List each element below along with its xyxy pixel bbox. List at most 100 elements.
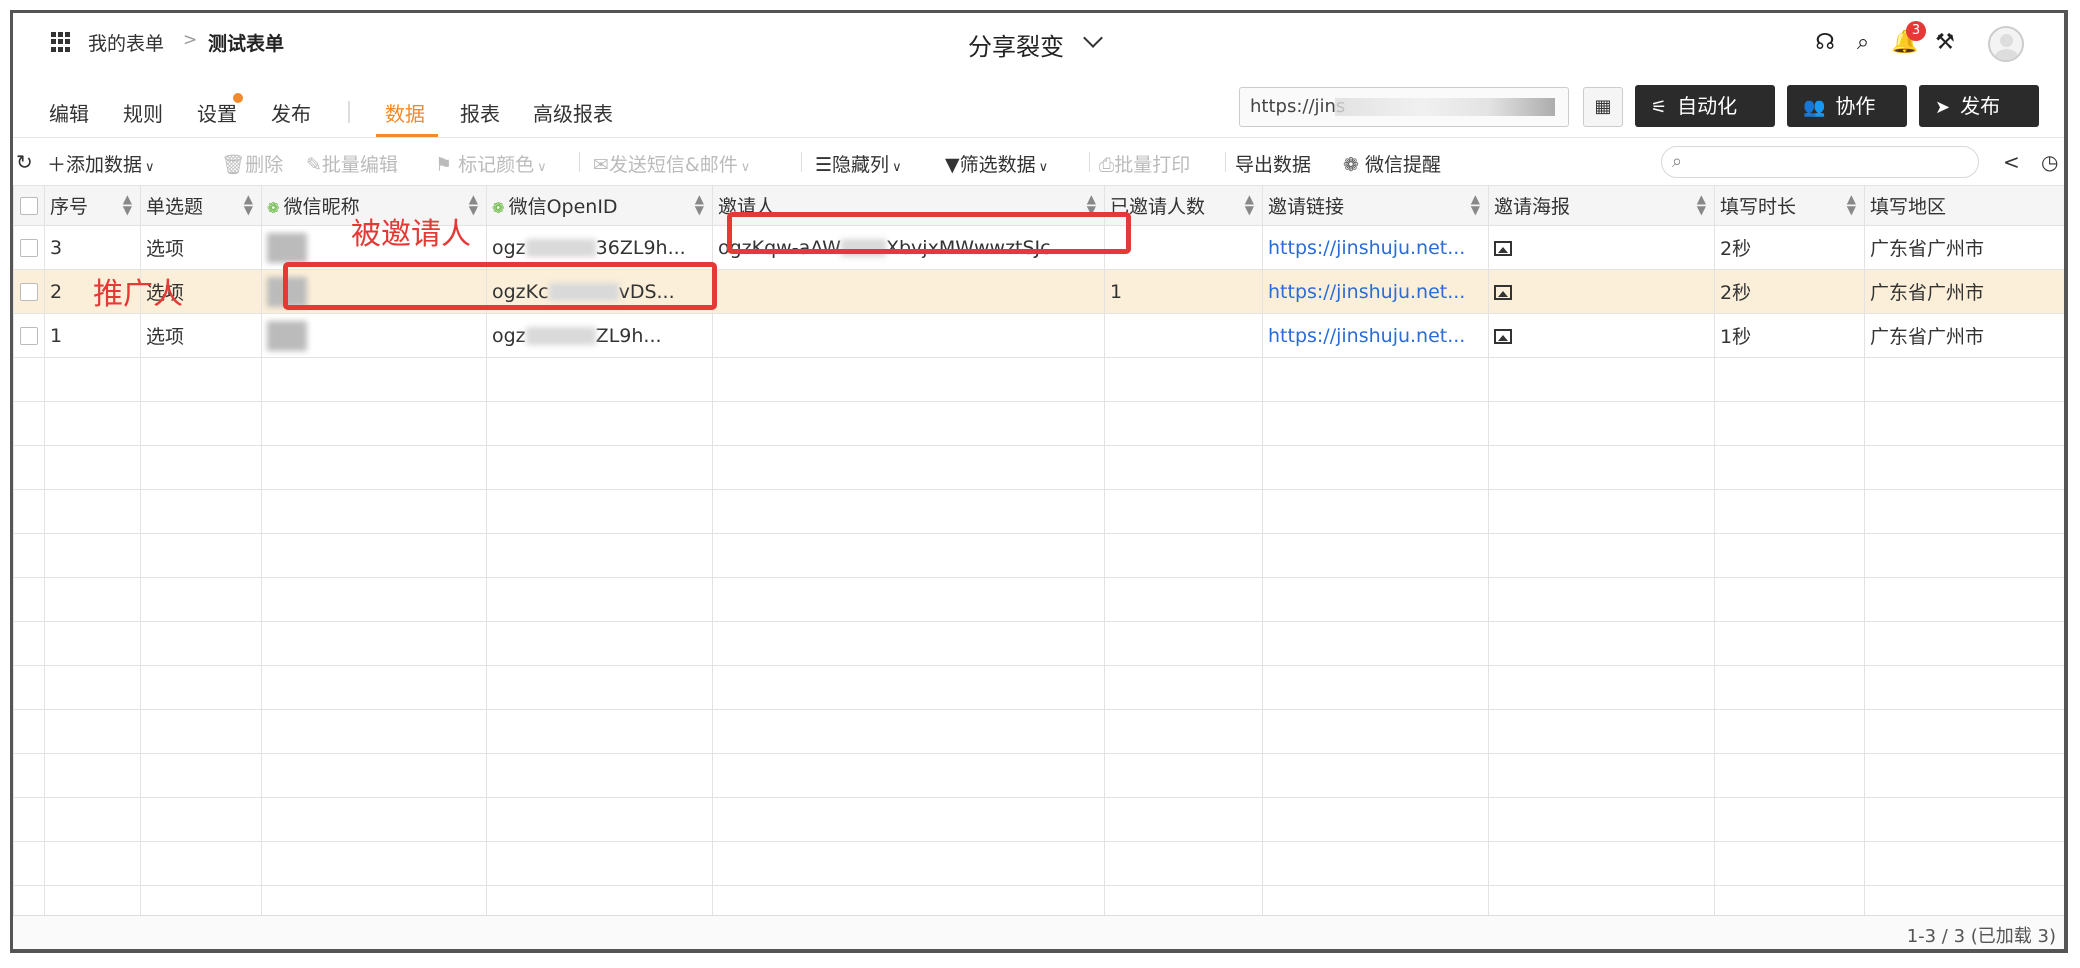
cell-invite-poster[interactable]	[1488, 313, 1715, 358]
empty-cell	[486, 797, 713, 842]
bulk-print-button[interactable]: ⎙批量打印	[1099, 150, 1190, 177]
image-icon[interactable]	[1494, 328, 1512, 344]
cell-invite-link[interactable]: https://jinshuju.net...	[1262, 269, 1489, 314]
empty-cell	[1488, 709, 1715, 754]
sort-icon[interactable]: ▲ ▼	[123, 193, 132, 216]
empty-cell	[1714, 841, 1865, 886]
cell-inviter: ogzKqw-aAW XbvjxMWwwztSJc	[712, 225, 1105, 270]
collaborate-button[interactable]: 👥 协作	[1787, 85, 1907, 127]
empty-cell	[261, 489, 487, 534]
cell-openid: ogzKc vDS...	[486, 269, 713, 314]
row-checkbox[interactable]	[13, 269, 45, 314]
column-header[interactable]: 已邀请人数 ▲ ▼	[1104, 185, 1263, 226]
sort-icon[interactable]: ▲ ▼	[695, 193, 704, 216]
tab-reports[interactable]: 报表	[460, 98, 500, 127]
column-header[interactable]: 邀请海报 ▲ ▼	[1488, 185, 1715, 226]
empty-cell	[712, 357, 1105, 402]
mark-color-button[interactable]: ⚑ 标记颜色 ∨	[435, 150, 547, 177]
empty-cell	[486, 489, 713, 534]
search-input[interactable]: ⌕	[1661, 146, 1979, 178]
select-all-checkbox[interactable]	[13, 185, 45, 226]
sort-icon[interactable]: ▲ ▼	[1245, 193, 1254, 216]
column-header[interactable]: 邀请链接 ▲ ▼	[1262, 185, 1489, 226]
row-checkbox[interactable]	[13, 225, 45, 270]
openid-suffix: vDS...	[618, 280, 675, 303]
cell-invite-poster[interactable]	[1488, 225, 1715, 270]
search-icon[interactable]: ⌕	[1849, 29, 1877, 57]
column-header[interactable]: 序号 ▲ ▼	[44, 185, 141, 226]
empty-cell	[712, 709, 1105, 754]
chevron-down-icon[interactable]	[1083, 28, 1103, 48]
column-header[interactable]: 邀请人 ▲ ▼	[712, 185, 1105, 226]
empty-cell	[1262, 665, 1489, 710]
sort-icon[interactable]: ▲ ▼	[1697, 193, 1706, 216]
invite-link[interactable]: https://jinshuju.net...	[1268, 325, 1465, 347]
hide-columns-button[interactable]: ☰隐藏列 ∨	[815, 150, 902, 177]
cell-invite-poster[interactable]	[1488, 269, 1715, 314]
empty-cell	[486, 621, 713, 666]
qr-code-button[interactable]: ▦	[1583, 87, 1623, 127]
sort-icon[interactable]: ▲ ▼	[1471, 193, 1480, 216]
table-row[interactable]: 2 选项 ogzKc vDS... 1 https://jinshuju.net... 2秒…	[13, 269, 2064, 314]
invite-link[interactable]: https://jinshuju.net...	[1268, 237, 1465, 259]
column-header-label: 邀请海报	[1494, 196, 1571, 218]
empty-cell	[1714, 401, 1865, 446]
sort-icon[interactable]: ▲ ▼	[469, 193, 478, 216]
empty-cell	[1864, 753, 2064, 798]
tab-advanced-reports[interactable]: 高级报表	[533, 98, 613, 127]
tab-settings[interactable]: 设置	[197, 98, 237, 127]
column-header-label: 邀请人	[718, 196, 776, 218]
apps-grid-icon[interactable]	[51, 32, 71, 52]
publish-button[interactable]: ➤ 发布	[1919, 85, 2039, 127]
send-sms-email-label: 发送短信&邮件	[608, 154, 738, 176]
column-header-label: 邀请链接	[1268, 196, 1345, 218]
column-header[interactable]: ❁ 微信OpenID ▲ ▼	[486, 185, 713, 226]
image-icon[interactable]	[1494, 284, 1512, 300]
add-data-button[interactable]: ＋添加数据 ∨	[47, 150, 155, 177]
column-header[interactable]: ❁ 微信昵称 ▲ ▼	[261, 185, 487, 226]
cell-invite-link[interactable]: https://jinshuju.net...	[1262, 313, 1489, 358]
sort-icon[interactable]: ▲ ▼	[1847, 193, 1856, 216]
automation-button[interactable]: ⚟ 自动化	[1635, 85, 1775, 127]
refresh-icon[interactable]: ↻	[16, 150, 33, 174]
empty-cell	[1262, 709, 1489, 754]
share-icon[interactable]: <	[2003, 150, 2020, 174]
form-url-field[interactable]: https://jins	[1239, 87, 1569, 127]
tab-publish[interactable]: 发布	[271, 98, 311, 127]
column-header[interactable]: 单选题 ▲ ▼	[140, 185, 262, 226]
bulk-edit-button[interactable]: ✎批量编辑	[306, 150, 398, 177]
empty-cell	[44, 753, 141, 798]
form-title[interactable]: 分享裂变	[968, 27, 1064, 62]
tab-edit[interactable]: 编辑	[49, 98, 89, 127]
cell-invite-link[interactable]: https://jinshuju.net...	[1262, 225, 1489, 270]
table-row[interactable]: 3 选项 ogz 36ZL9h... ogzKqw-aAW XbvjxMWwwztSJc h…	[13, 225, 2064, 270]
export-data-button[interactable]: 导出数据	[1235, 150, 1311, 177]
invite-link[interactable]: https://jinshuju.net...	[1268, 281, 1465, 303]
row-checkbox[interactable]	[13, 313, 45, 358]
empty-cell	[140, 533, 262, 578]
column-header[interactable]: 填写地区	[1864, 185, 2064, 226]
column-header[interactable]: 填写时长 ▲ ▼	[1714, 185, 1865, 226]
table-row[interactable]: 1 选项 ogz ZL9h... https://jinshuju.net... 1秒 广东…	[13, 313, 2064, 358]
image-icon[interactable]	[1494, 240, 1512, 256]
history-icon[interactable]: ◷	[2041, 150, 2058, 174]
send-sms-email-button[interactable]: ✉发送短信&邮件 ∨	[593, 150, 750, 177]
empty-cell	[1864, 665, 2064, 710]
filter-data-button[interactable]: ▼筛选数据 ∨	[945, 150, 1048, 177]
tools-icon[interactable]: ⚒	[1931, 29, 1959, 57]
empty-cell	[44, 709, 141, 754]
empty-cell	[140, 753, 262, 798]
help-icon[interactable]: ☊	[1811, 29, 1839, 57]
breadcrumb-my-forms[interactable]: 我的表单	[88, 29, 164, 56]
empty-cell	[712, 401, 1105, 446]
empty-cell	[44, 533, 141, 578]
delete-button[interactable]: 🗑删除	[221, 150, 283, 177]
wechat-remind-button[interactable]: ❁ 微信提醒	[1343, 150, 1441, 177]
inviter-prefix: ogzKqw-aAW	[718, 236, 841, 259]
wechat-icon: ❁	[267, 199, 280, 217]
sort-icon[interactable]: ▲ ▼	[244, 193, 253, 216]
tab-rules[interactable]: 规则	[123, 98, 163, 127]
tab-data[interactable]: 数据	[385, 98, 425, 127]
sort-icon[interactable]: ▲ ▼	[1087, 193, 1096, 216]
avatar[interactable]	[1988, 26, 2024, 62]
